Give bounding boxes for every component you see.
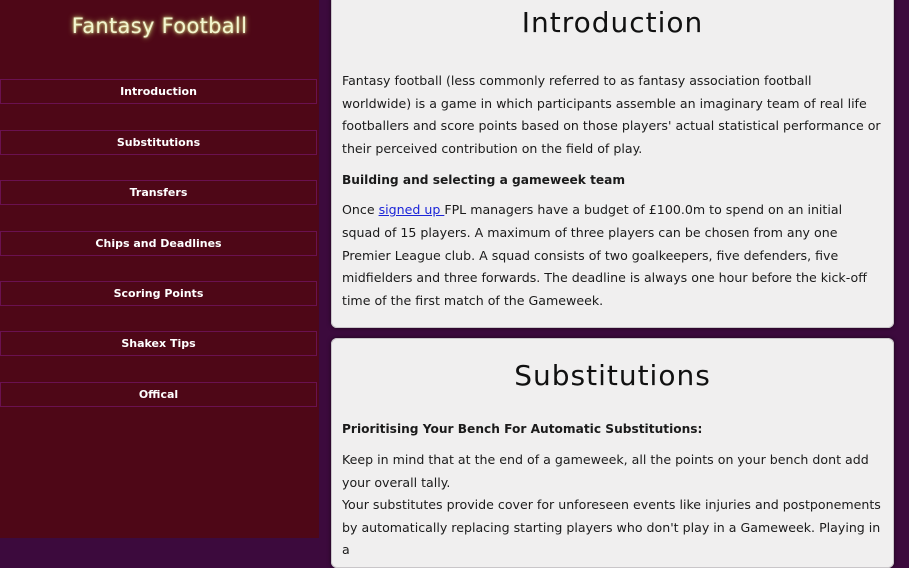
nav-item-label: Introduction <box>120 85 197 98</box>
substitutions-heading: Substitutions <box>514 359 711 392</box>
nav-item-shakex-tips[interactable]: Shakex Tips <box>0 331 317 356</box>
nav-item-label: Shakex Tips <box>121 337 196 350</box>
paragraph-text: Once <box>342 202 379 218</box>
nav-item-label: Transfers <box>129 186 188 199</box>
bench-paragraph: Keep in mind that at the end of a gamewe… <box>342 452 869 490</box>
paragraph-text: FPL managers have a budget of £100.0m to… <box>342 202 867 308</box>
nav-item-offical[interactable]: Offical <box>0 382 317 407</box>
site-title: Fantasy Football <box>71 14 248 38</box>
nav-item-label: Chips and Deadlines <box>95 237 222 250</box>
team-selection-paragraph: Once signed up FPL managers have a budge… <box>342 199 883 312</box>
introduction-paragraph: Fantasy football (less commonly referred… <box>342 73 881 156</box>
bench-subheading: Prioritising Your Bench For Automatic Su… <box>342 422 703 436</box>
sidebar: Fantasy Football Introduction Substituti… <box>0 0 319 538</box>
nav-item-scoring-points[interactable]: Scoring Points <box>0 281 317 306</box>
substitutes-paragraph: Your substitutes provide cover for unfor… <box>342 497 881 558</box>
team-selection-subheading: Building and selecting a gameweek team <box>342 173 626 188</box>
nav-item-transfers[interactable]: Transfers <box>0 180 317 205</box>
nav-item-label: Substitutions <box>116 136 201 149</box>
introduction-section: Introduction Fantasy football (less comm… <box>331 0 894 328</box>
introduction-heading: Introduction <box>521 6 704 39</box>
nav-item-label: Offical <box>138 388 179 401</box>
substitutions-section: Substitutions Prioritising Your Bench Fo… <box>331 338 894 568</box>
nav-item-substitutions[interactable]: Substitutions <box>0 130 317 155</box>
nav-item-introduction[interactable]: Introduction <box>0 79 317 104</box>
nav-item-label: Scoring Points <box>113 287 204 300</box>
signed-up-link[interactable]: signed up <box>379 202 445 217</box>
nav-item-chips-and-deadlines[interactable]: Chips and Deadlines <box>0 231 317 256</box>
